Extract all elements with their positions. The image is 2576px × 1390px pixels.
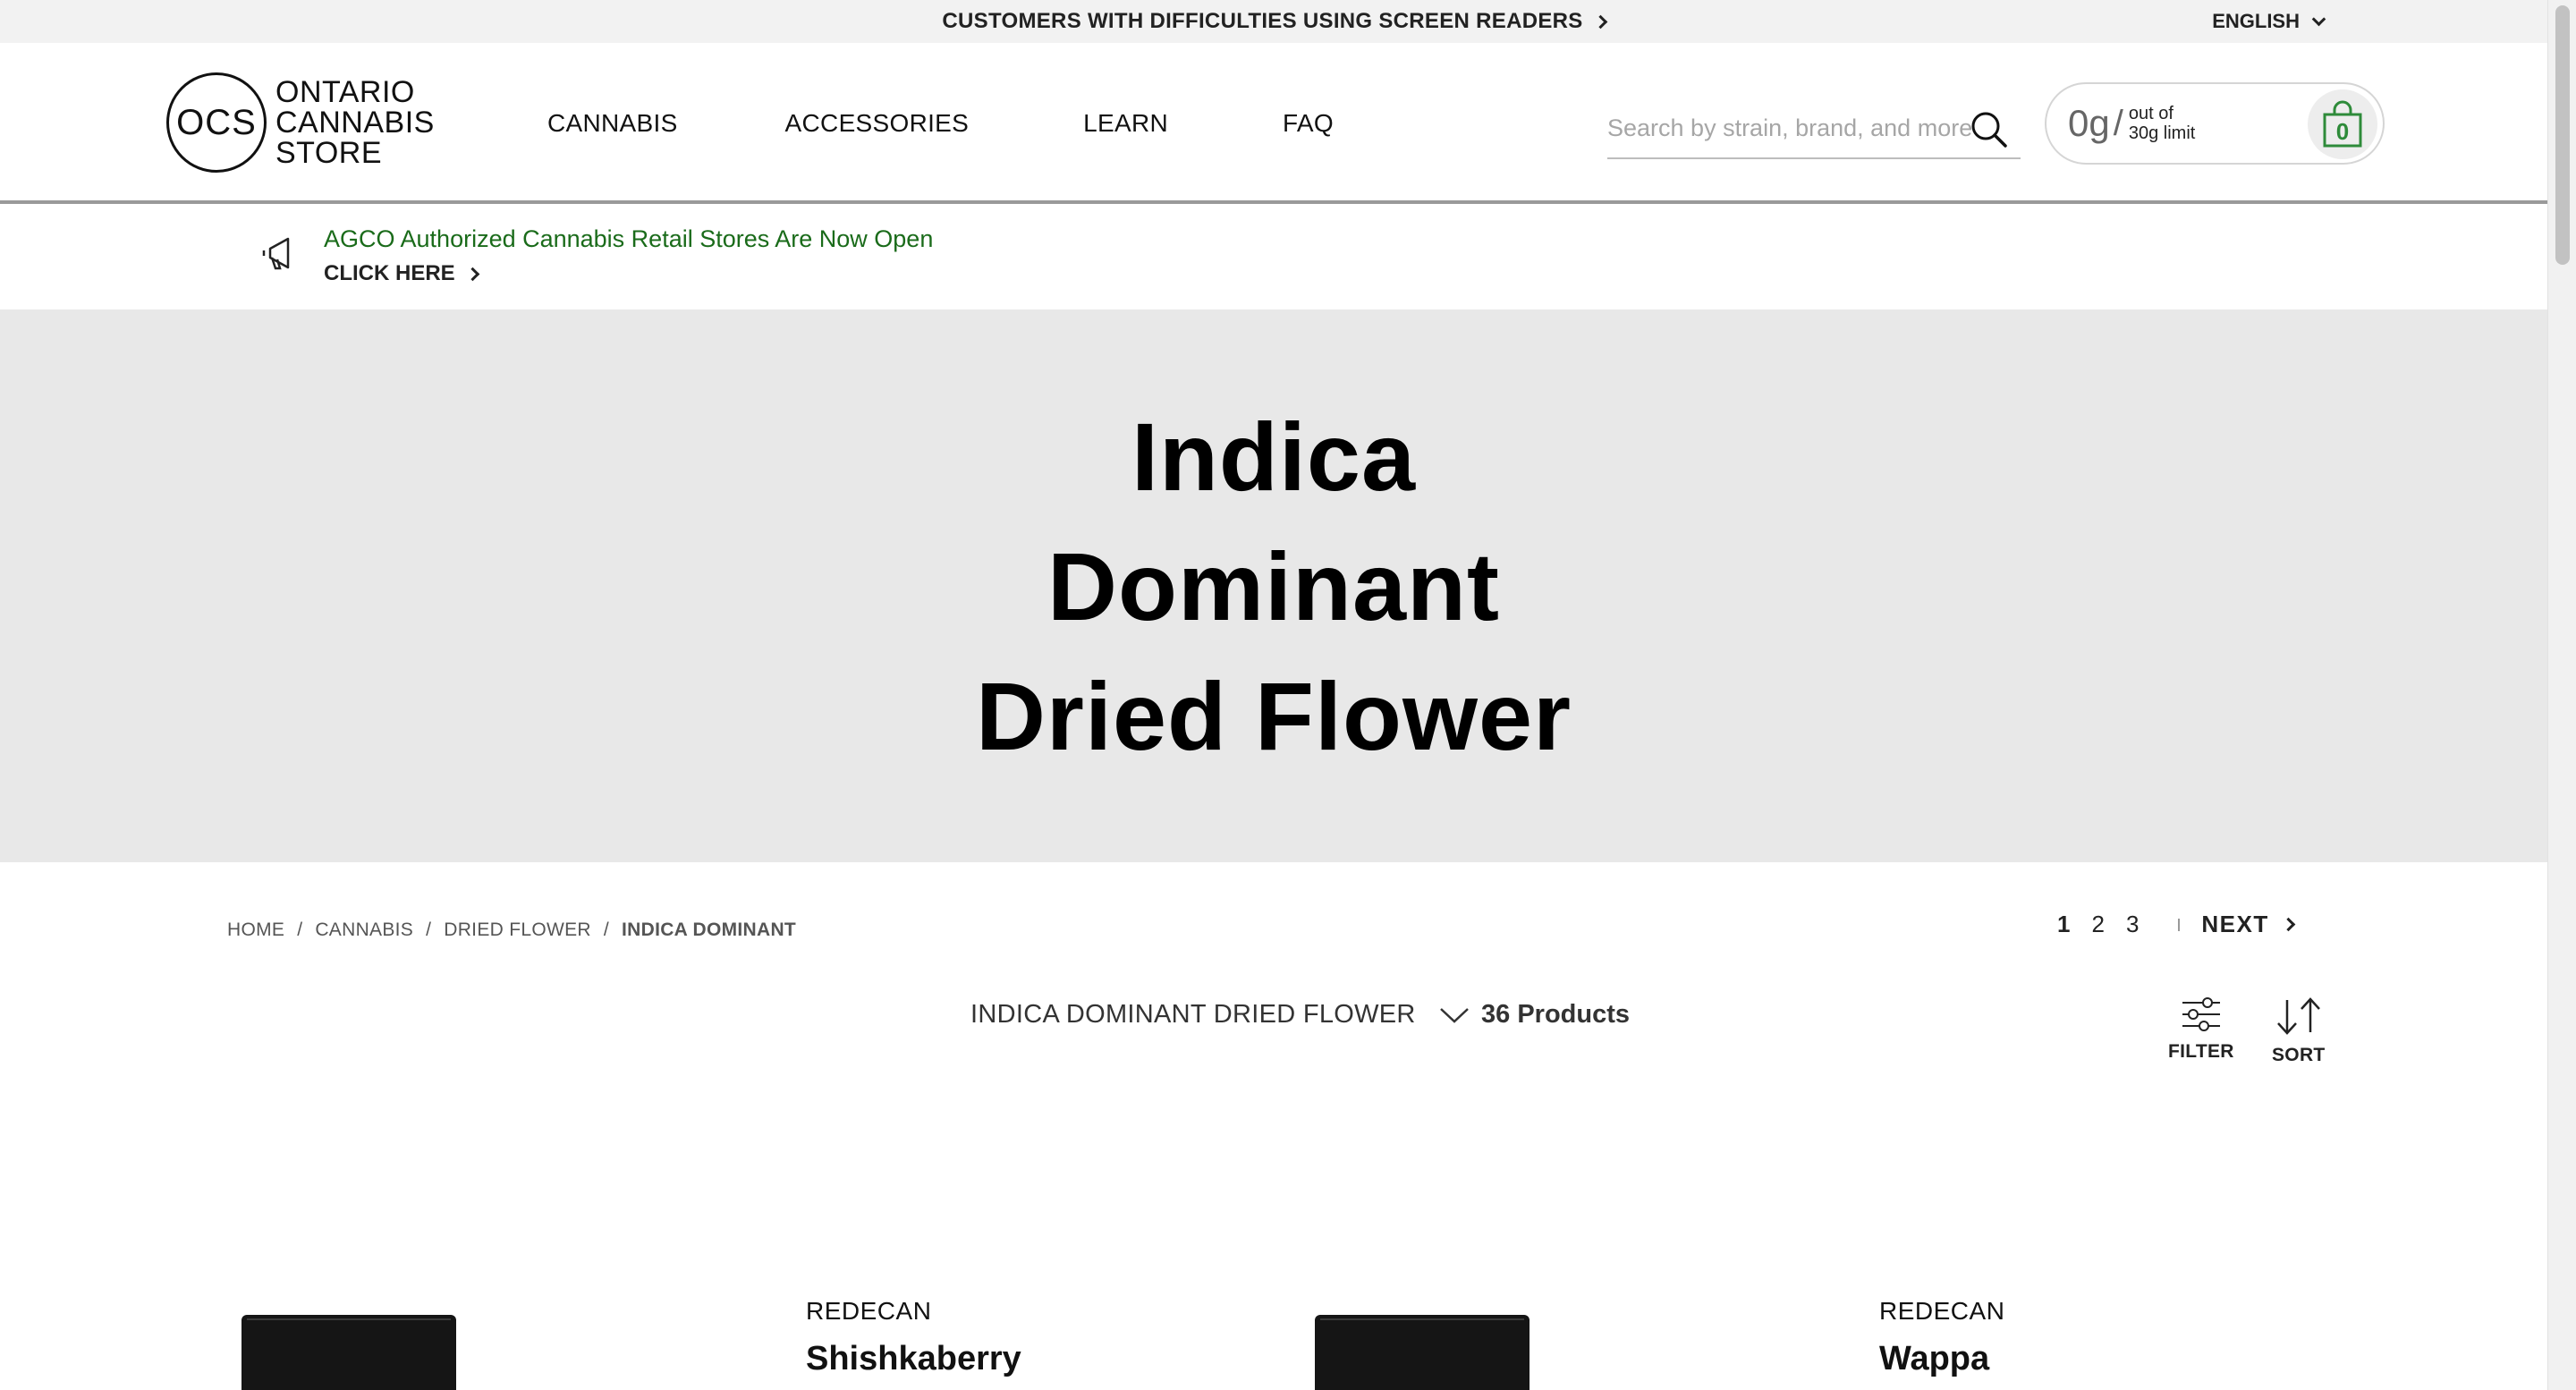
breadcrumb-cannabis[interactable]: CANNABIS (315, 920, 413, 941)
page-title: Indica Dominant Dried Flower (975, 402, 1572, 770)
sort-label: SORT (2272, 1045, 2326, 1065)
site-header: OCS ONTARIO CANNABIS STORE CANNABIS ACCE… (0, 43, 2547, 204)
scrollbar-thumb[interactable] (2555, 5, 2570, 265)
chevron-right-icon (2281, 917, 2296, 932)
main-nav: CANNABIS ACCESSORIES LEARN FAQ (547, 43, 1334, 204)
filter-button[interactable]: FILTER (2168, 996, 2234, 1063)
limit-line-1: out of (2128, 104, 2174, 123)
product-count: 36 Products (1481, 1000, 1630, 1029)
product-box (242, 1315, 456, 1390)
announcement-title: AGCO Authorized Cannabis Retail Stores A… (324, 225, 934, 252)
limit-slash: / (2113, 103, 2123, 143)
logo-wordmark: ONTARIO CANNABIS STORE (275, 77, 435, 168)
breadcrumb-current: INDICA DOMINANT (622, 920, 797, 940)
announcement-cta-link[interactable]: CLICK HERE (324, 261, 479, 286)
purchase-limit-widget[interactable]: 0g / out of 30g limit 0 (2045, 82, 2385, 165)
nav-accessories[interactable]: ACCESSORIES (785, 109, 970, 138)
logo-mark: OCS (166, 72, 267, 173)
nav-learn[interactable]: LEARN (1083, 109, 1168, 138)
limit-line-2: 30g limit (2128, 123, 2196, 143)
announcement-banner: AGCO Authorized Cannabis Retail Stores A… (0, 208, 2547, 309)
product-box-edge (247, 1318, 451, 1320)
announcement-cta-label: CLICK HERE (324, 261, 455, 285)
chevron-down-icon (2311, 12, 2326, 26)
accessibility-bar: CUSTOMERS WITH DIFFICULTIES USING SCREEN… (0, 0, 2547, 43)
breadcrumb: HOME / CANNABIS / DRIED FLOWER / INDICA … (227, 920, 796, 941)
breadcrumb-separator: / (603, 920, 609, 940)
nav-faq[interactable]: FAQ (1283, 109, 1334, 138)
search-input[interactable] (1607, 114, 1983, 142)
filter-icon (2182, 997, 2220, 1031)
ocs-logo[interactable]: OCS ONTARIO CANNABIS STORE (166, 72, 435, 174)
screen-reader-help-link[interactable]: CUSTOMERS WITH DIFFICULTIES USING SCREEN… (942, 9, 1607, 34)
logo-line-3: STORE (275, 136, 383, 170)
product-image[interactable] (1315, 1315, 1530, 1390)
logo-line-1: ONTARIO (275, 75, 415, 109)
pagination: 1 2 3 NEXT (2057, 911, 2296, 938)
page-2-link[interactable]: 2 (2091, 911, 2104, 938)
category-hero: Indica Dominant Dried Flower (0, 309, 2547, 862)
language-label: ENGLISH (2212, 10, 2300, 32)
shopping-bag-icon: 0 (2323, 100, 2362, 148)
screen-reader-help-label: CUSTOMERS WITH DIFFICULTIES USING SCREEN… (942, 9, 1583, 33)
breadcrumb-dried-flower[interactable]: DRIED FLOWER (444, 920, 591, 941)
next-page-label: NEXT (2201, 911, 2269, 937)
breadcrumb-home[interactable]: HOME (227, 920, 284, 941)
page-scrollbar[interactable] (2547, 0, 2576, 1390)
language-selector[interactable]: ENGLISH (2212, 0, 2326, 43)
search-box (1607, 98, 2021, 159)
product-name-link[interactable]: Wappa (1879, 1340, 1989, 1378)
page-1-link[interactable]: 1 (2057, 911, 2070, 938)
filter-label: FILTER (2168, 1041, 2234, 1062)
sort-icon (2276, 997, 2320, 1035)
sort-button[interactable]: SORT (2272, 996, 2326, 1066)
product-name-link[interactable]: Shishkaberry (806, 1340, 1021, 1378)
cart-button[interactable]: 0 (2308, 89, 2377, 159)
megaphone-icon (261, 234, 299, 276)
product-image[interactable] (242, 1315, 456, 1390)
product-box-edge (1320, 1318, 1524, 1320)
chevron-down-icon (1439, 1007, 1469, 1023)
limit-grams: 0g (2068, 102, 2110, 144)
nav-cannabis[interactable]: CANNABIS (547, 109, 678, 138)
chevron-right-icon (465, 267, 479, 281)
pagination-divider (2178, 918, 2181, 931)
breadcrumb-separator: / (426, 920, 432, 940)
logo-line-2: CANNABIS (275, 106, 435, 140)
product-brand: REDECAN (1879, 1297, 2005, 1325)
cart-count: 0 (2336, 118, 2349, 145)
product-box (1315, 1315, 1530, 1390)
limit-text: out of 30g limit (2129, 104, 2195, 143)
search-icon[interactable] (1970, 111, 2008, 153)
breadcrumb-separator: / (297, 920, 303, 940)
chevron-right-icon (1593, 14, 1607, 29)
next-page-button[interactable]: NEXT (2201, 911, 2296, 938)
category-dropdown-label: INDICA DOMINANT DRIED FLOWER (970, 1000, 1416, 1029)
category-dropdown[interactable]: INDICA DOMINANT DRIED FLOWER (970, 1000, 1470, 1030)
product-brand: REDECAN (806, 1297, 932, 1325)
page-3-link[interactable]: 3 (2126, 911, 2139, 938)
